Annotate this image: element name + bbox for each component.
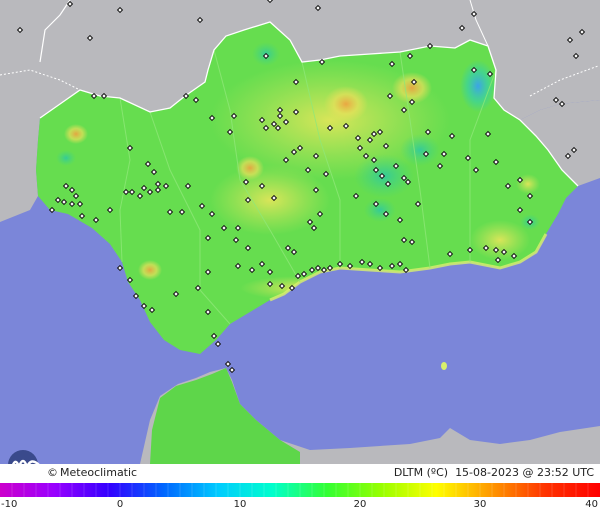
scale-tick-label: 20 xyxy=(353,499,367,510)
color-scale xyxy=(0,483,600,497)
copyright-symbol: © xyxy=(47,466,58,479)
island-alboran xyxy=(441,362,447,370)
caption-variable: DLTM (ºC) xyxy=(393,466,449,479)
brand-name: Meteoclimatic xyxy=(60,466,138,479)
caption-time: @ 23:52 UTC xyxy=(522,466,595,479)
color-scale-bar xyxy=(0,482,600,497)
scale-tick-label: 30 xyxy=(473,499,487,510)
scale-tick-label: 10 xyxy=(233,499,247,510)
map-caption: DLTM (ºC) 15-08-2023 @ 23:52 UTC xyxy=(394,466,594,479)
color-scale-ticks: -10 0 10 20 30 40 xyxy=(0,497,600,515)
caption-date: 15-08-2023 xyxy=(455,466,519,479)
scale-tick-label: 0 xyxy=(116,499,124,510)
scale-tick-label: -10 xyxy=(1,499,18,510)
brand-label: © Meteoclimatic xyxy=(47,466,137,479)
map-footer: © Meteoclimatic DLTM (ºC) 15-08-2023 @ 23… xyxy=(0,464,600,482)
scale-tick-label: 40 xyxy=(585,499,598,510)
map-canvas xyxy=(0,0,600,464)
weather-map: © Meteoclimatic DLTM (ºC) 15-08-2023 @ 23… xyxy=(0,0,600,517)
